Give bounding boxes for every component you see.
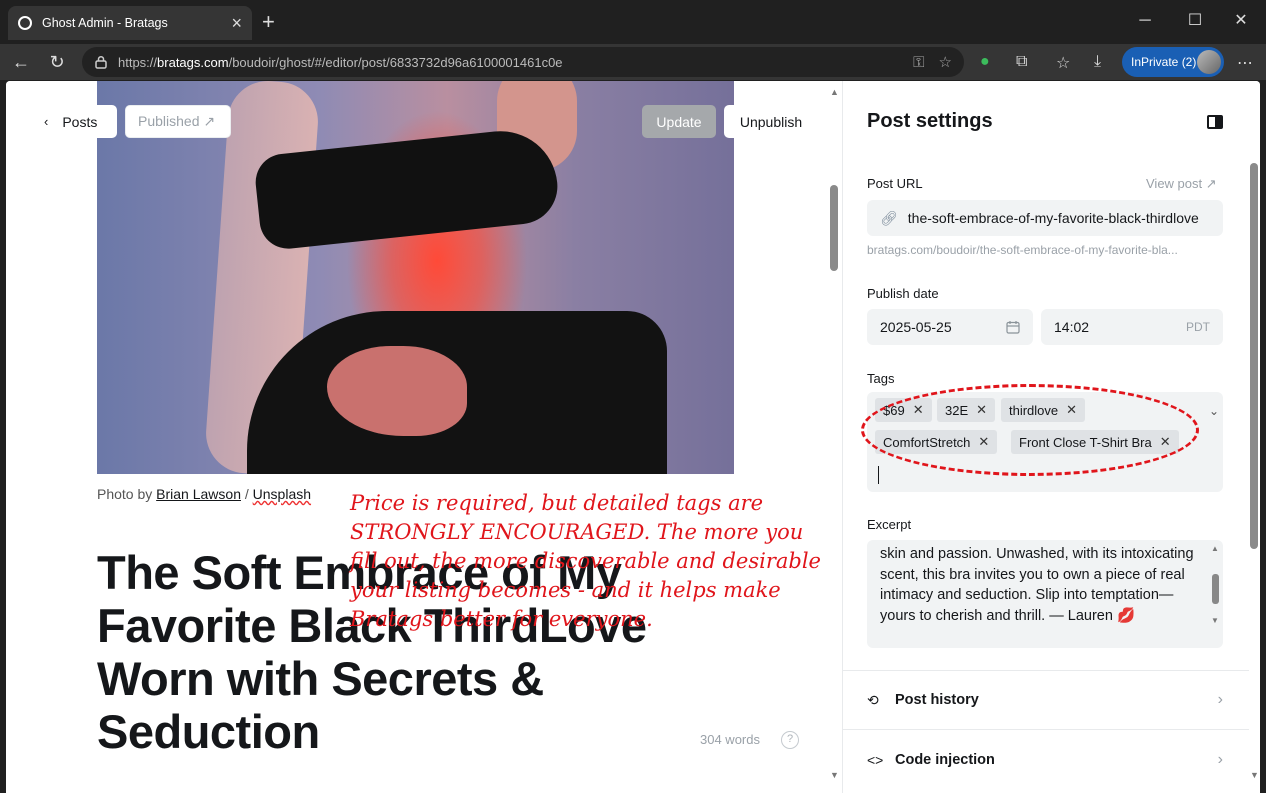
timezone: PDT	[1186, 320, 1210, 334]
inprivate-label: InPrivate (2)	[1131, 55, 1197, 69]
date-input[interactable]: 2025-05-25	[867, 309, 1033, 345]
browser-window: Ghost Admin - Bratags × + ─ ☐ ✕ ← ↻ http…	[0, 0, 1266, 793]
lock-icon	[95, 55, 107, 69]
ghost-favicon-icon	[18, 16, 32, 30]
refresh-icon[interactable]: ↻	[44, 50, 70, 76]
scroll-thumb[interactable]	[1250, 163, 1258, 549]
calendar-icon[interactable]	[1006, 320, 1020, 334]
address-bar[interactable]: https://bratags.com/boudoir/ghost/#/edit…	[82, 47, 964, 77]
annotation-note: Price is required, but detailed tags are…	[350, 491, 821, 631]
chevron-right-icon: ›	[1217, 751, 1223, 768]
unsplash-link[interactable]: Unsplash	[253, 486, 311, 502]
editor-scrollbar[interactable]: ▲ ▼	[828, 81, 842, 793]
text-cursor	[878, 466, 879, 484]
address-url: https://bratags.com/boudoir/ghost/#/edit…	[118, 54, 563, 70]
posts-back-button[interactable]: ‹ Posts	[32, 105, 117, 138]
extension-icon[interactable]: ●	[980, 53, 990, 71]
word-count: 304 words	[700, 732, 760, 747]
post-url-label: Post URL	[867, 176, 923, 191]
excerpt-value: skin and passion. Unwashed, with its int…	[880, 546, 1194, 624]
time-value: 14:02	[1054, 319, 1090, 335]
post-history-label: Post history	[895, 692, 979, 708]
scroll-down-icon[interactable]: ▼	[1250, 770, 1259, 780]
minimize-icon[interactable]: ─	[1122, 8, 1168, 34]
sidebar-toggle-icon[interactable]	[1207, 115, 1223, 129]
panel-scrollbar[interactable]: ▼	[1247, 81, 1260, 793]
excerpt-label: Excerpt	[867, 517, 912, 532]
excerpt-textarea[interactable]: skin and passion. Unwashed, with its int…	[867, 540, 1223, 648]
panel-title: Post settings	[867, 110, 993, 132]
link-icon: 🔗︎	[880, 209, 898, 226]
scroll-up-icon[interactable]: ▲	[830, 87, 839, 97]
unpublish-button[interactable]: Unpublish	[724, 105, 818, 138]
favorites-icon[interactable]: ☆	[1056, 53, 1070, 73]
post-editor: ‹ Posts Published ↗ Update Unpublish Pho…	[6, 81, 842, 793]
caption-prefix: Photo by	[97, 486, 157, 502]
scroll-thumb[interactable]	[1212, 574, 1219, 604]
browser-tab[interactable]: Ghost Admin - Bratags ×	[8, 6, 252, 40]
chevron-right-icon: ›	[1217, 691, 1223, 708]
tab-title: Ghost Admin - Bratags	[42, 16, 168, 30]
browser-toolbar: ← ↻ https://bratags.com/boudoir/ghost/#/…	[0, 44, 1266, 80]
publish-date-label: Publish date	[867, 286, 939, 301]
help-icon[interactable]: ?	[781, 731, 799, 749]
published-button[interactable]: Published ↗	[125, 105, 231, 138]
posts-label: Posts	[62, 113, 98, 130]
divider	[843, 670, 1249, 671]
tab-strip: Ghost Admin - Bratags × + ─ ☐ ✕	[0, 0, 1266, 44]
puzzle-icon[interactable]: ⧉	[1016, 53, 1027, 71]
chevron-left-icon: ‹	[44, 114, 49, 129]
chevron-down-icon[interactable]: ⌄	[1209, 404, 1219, 418]
scroll-down-icon[interactable]: ▼	[830, 770, 839, 780]
view-post-link[interactable]: View post ↗	[1146, 176, 1217, 192]
key-icon[interactable]: ⚿	[913, 54, 924, 71]
tags-label: Tags	[867, 371, 895, 386]
post-settings-panel: Post settings Post URL View post ↗ 🔗︎ th…	[842, 81, 1260, 793]
feature-image[interactable]	[97, 81, 734, 474]
code-icon: <>	[867, 752, 884, 768]
excerpt-text: skin and passion. Unwashed, with its int…	[880, 544, 1200, 626]
downloads-icon[interactable]: ⤓	[1094, 53, 1101, 71]
back-arrow-icon[interactable]: ←	[8, 50, 34, 76]
time-input[interactable]: 14:02 PDT	[1041, 309, 1223, 345]
favorite-star-icon[interactable]: ☆	[939, 53, 952, 71]
window-close-icon[interactable]: ✕	[1218, 8, 1264, 34]
excerpt-scrollbar[interactable]: ▲ ▼	[1209, 542, 1221, 646]
scroll-down-icon[interactable]: ▼	[1211, 616, 1219, 625]
annotation-highlight-ring	[861, 384, 1199, 476]
menu-dots-icon[interactable]: ⋯	[1237, 53, 1253, 73]
kiss-lips-icon: 💋	[1116, 607, 1136, 624]
url-hint: bratags.com/boudoir/the-soft-embrace-of-…	[867, 243, 1178, 257]
update-button[interactable]: Update	[642, 105, 716, 138]
code-injection-label: Code injection	[895, 752, 995, 768]
new-tab-icon[interactable]: +	[262, 9, 275, 35]
post-url-input[interactable]: 🔗︎ the-soft-embrace-of-my-favorite-black…	[867, 200, 1223, 236]
scroll-thumb[interactable]	[830, 185, 838, 271]
image-caption[interactable]: Photo by Brian Lawson / Unsplash	[97, 486, 311, 502]
divider	[843, 729, 1249, 730]
tab-close-icon[interactable]: ×	[231, 14, 242, 32]
post-history-row[interactable]: ⟲ Post history ›	[867, 688, 1223, 712]
caption-separator: /	[240, 486, 253, 502]
maximize-icon[interactable]: ☐	[1172, 8, 1218, 34]
photographer-link[interactable]: Brian Lawson	[156, 486, 241, 502]
history-icon: ⟲	[867, 691, 879, 708]
slug-value: the-soft-embrace-of-my-favorite-black-th…	[907, 210, 1199, 226]
code-injection-row[interactable]: <> Code injection ›	[867, 748, 1223, 772]
avatar	[1197, 50, 1221, 74]
inprivate-badge[interactable]: InPrivate (2)	[1122, 47, 1224, 77]
page-content: ‹ Posts Published ↗ Update Unpublish Pho…	[6, 81, 1260, 793]
scroll-up-icon[interactable]: ▲	[1211, 544, 1219, 553]
date-value: 2025-05-25	[880, 319, 952, 335]
